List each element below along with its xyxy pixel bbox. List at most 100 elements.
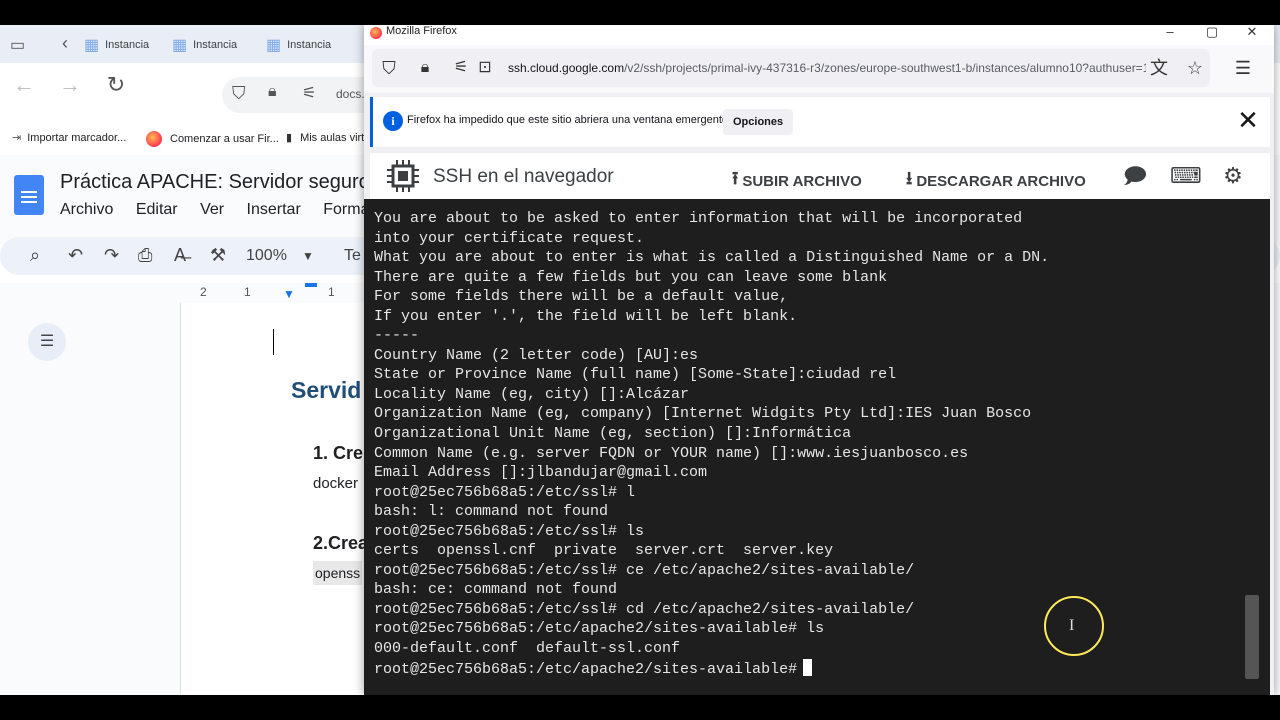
terminal-line: If you enter '.', the field will be left… xyxy=(374,307,798,325)
forward-arrow-icon[interactable]: → xyxy=(58,73,82,97)
terminal-output: You are about to be asked to enter infor… xyxy=(374,209,1270,679)
keyboard-icon[interactable]: ⌨ xyxy=(1170,163,1202,189)
style-select[interactable]: Te xyxy=(344,247,361,265)
download-file-button[interactable]: ⭳ DESCARGAR ARCHIVO xyxy=(906,166,1086,196)
firefox-titlebar: Mozilla Firefox – ▢ ✕ xyxy=(364,24,1274,45)
outline-icon[interactable]: ☰ xyxy=(28,323,66,361)
chrome-tab[interactable]: ▦ Instancia xyxy=(172,33,237,57)
url-host: ssh.cloud.google.com xyxy=(508,61,625,75)
menu-insertar[interactable]: Insertar xyxy=(247,201,301,218)
docs-menu-bar: Archivo Editar Ver Insertar Format xyxy=(60,201,392,219)
chrome-tab-label: Instancia xyxy=(287,39,332,51)
popup-blocked-icon[interactable]: ⊡ xyxy=(474,57,496,79)
firefox-icon xyxy=(146,131,162,147)
shield-icon: ⛉ xyxy=(232,83,246,103)
document-title[interactable]: Práctica APACHE: Servidor seguro xyxy=(60,171,370,194)
feedback-icon[interactable]: 🗩︎ xyxy=(1122,163,1148,189)
redo-icon[interactable]: ↷ xyxy=(104,245,119,266)
terminal-line: root@25ec756b68a5:/etc/ssl# ce /etc/apac… xyxy=(374,561,915,579)
tab-search-icon[interactable]: ▭ xyxy=(10,35,25,55)
lock-icon: 🔒︎ xyxy=(268,83,277,100)
terminal-line: root@25ec756b68a5:/etc/ssl# l xyxy=(374,483,636,501)
terminal-cursor xyxy=(803,658,813,676)
terminal-line: certs openssl.cnf private server.crt ser… xyxy=(374,542,834,560)
terminal[interactable]: You are about to be asked to enter infor… xyxy=(364,199,1270,695)
firefox-icon xyxy=(370,27,382,39)
bookmark-label: Comenzar a usar Fir... xyxy=(170,133,279,145)
terminal-line: Country Name (2 letter code) [AU]:es xyxy=(374,346,699,364)
menu-editar[interactable]: Editar xyxy=(136,201,178,218)
ssh-title: SSH en el navegador xyxy=(433,166,614,187)
firefox-url-bar[interactable]: ⛉ 🔒︎ ⚟ ⊡ ssh.cloud.google.com/v2/ssh/pro… xyxy=(372,49,1210,87)
menu-hamburger-icon[interactable]: ☰ xyxy=(1232,57,1254,79)
terminal-line: For some fields there will be a default … xyxy=(374,288,789,306)
terminal-line: root@25ec756b68a5:/etc/ssl# cd /etc/apac… xyxy=(374,600,915,618)
translate-icon[interactable]: 文 xyxy=(1148,57,1170,79)
popup-blocked-notification: i Firefox ha impedido que este sitio abr… xyxy=(370,97,1270,147)
terminal-line: What you are about to enter is what is c… xyxy=(374,249,1050,267)
doc-section-heading: 1. Cre xyxy=(313,443,364,463)
terminal-line: root@25ec756b68a5:/etc/ssl# ls xyxy=(374,522,645,540)
search-menus-icon[interactable]: ⌕ xyxy=(30,245,40,266)
close-icon[interactable]: ✕ xyxy=(1235,107,1261,133)
url-text[interactable]: ssh.cloud.google.com/v2/ssh/projects/pri… xyxy=(508,61,1146,75)
google-docs-icon[interactable] xyxy=(14,175,44,215)
paint-format-icon[interactable]: ⚒ xyxy=(210,245,226,266)
shield-icon[interactable]: ⛉ xyxy=(378,57,400,79)
tab-scroll-left-icon[interactable]: ‹ xyxy=(62,33,68,54)
upload-icon: ⭱ xyxy=(732,168,739,188)
doc-heading: Servid xyxy=(291,377,362,403)
indent-marker-icon[interactable]: ▼ xyxy=(283,287,295,301)
print-icon[interactable]: ⎙ xyxy=(138,245,152,266)
terminal-line: You are about to be asked to enter infor… xyxy=(374,210,1023,227)
terminal-prompt-line: root@25ec756b68a5:/etc/apache2/sites-ava… xyxy=(374,658,1270,680)
bookmark-star-icon[interactable]: ☆ xyxy=(1184,57,1206,79)
zoom-select[interactable]: 100% xyxy=(246,247,287,265)
ruler-mark: 2 xyxy=(200,285,207,299)
spellcheck-icon[interactable]: A̶ xyxy=(174,245,186,266)
bookmark-item[interactable]: ▮ Mis aulas virt xyxy=(286,131,365,145)
terminal-line: Common Name (e.g. server FQDN or YOUR na… xyxy=(374,444,969,462)
close-window-icon[interactable]: ✕ xyxy=(1242,24,1262,40)
options-button[interactable]: Opciones xyxy=(723,109,794,135)
doc-section-heading: 2.Crea xyxy=(313,533,369,553)
terminal-line: Locality Name (eg, city) []:Alcázar xyxy=(374,385,690,403)
folder-icon: ▮ xyxy=(286,132,293,144)
compute-engine-icon: ▦ xyxy=(266,37,282,54)
bookmark-item[interactable]: Comenzar a usar Fir... xyxy=(146,131,279,147)
menu-ver[interactable]: Ver xyxy=(200,201,224,218)
indent-marker-icon[interactable] xyxy=(305,283,317,287)
upload-file-button[interactable]: ⭱ SUBIR ARCHIVO xyxy=(732,166,862,196)
chrome-tab[interactable]: ▦ Instancia xyxy=(84,33,149,57)
terminal-line: There are quite a few fields but you can… xyxy=(374,268,888,286)
terminal-scrollbar[interactable] xyxy=(1245,595,1259,679)
minimize-icon[interactable]: – xyxy=(1160,24,1180,39)
doc-paragraph: docker xyxy=(313,475,359,492)
chrome-tab-label: Instancia xyxy=(193,39,238,51)
permissions-icon[interactable]: ⚟ xyxy=(450,57,472,79)
undo-icon[interactable]: ↶ xyxy=(68,245,83,266)
gear-icon[interactable]: ⚙ xyxy=(1220,163,1246,189)
download-label: DESCARGAR ARCHIVO xyxy=(916,172,1086,190)
chrome-tab[interactable]: ▦ Instancia xyxy=(266,33,331,57)
terminal-line: root@25ec756b68a5:/etc/apache2/sites-ava… xyxy=(374,620,825,638)
bookmark-item[interactable]: ⇥ Importar marcador... xyxy=(12,131,126,145)
doc-code-line: openss xyxy=(313,561,363,585)
upload-label: SUBIR ARCHIVO xyxy=(742,172,862,190)
screen-bottom-bar xyxy=(0,695,1280,720)
window-title: Mozilla Firefox xyxy=(386,25,457,37)
maximize-icon[interactable]: ▢ xyxy=(1202,24,1222,40)
lock-icon[interactable]: 🔒︎ xyxy=(414,57,436,79)
bookmark-label: Mis aulas virt xyxy=(300,131,365,144)
terminal-line: bash: ce: command not found xyxy=(374,581,618,599)
compute-engine-icon: ▦ xyxy=(84,37,100,54)
terminal-line: Organizational Unit Name (eg, section) [… xyxy=(374,425,852,443)
back-arrow-icon[interactable]: ← xyxy=(12,73,36,97)
chrome-tab-label: Instancia xyxy=(105,39,150,51)
terminal-prompt: root@25ec756b68a5:/etc/apache2/sites-ava… xyxy=(374,660,798,678)
chevron-down-icon[interactable]: ▼ xyxy=(302,249,314,263)
download-icon: ⭳ xyxy=(906,168,913,188)
reload-icon[interactable]: ↻ xyxy=(104,73,128,97)
menu-archivo[interactable]: Archivo xyxy=(60,201,113,218)
text-cursor xyxy=(273,329,274,355)
